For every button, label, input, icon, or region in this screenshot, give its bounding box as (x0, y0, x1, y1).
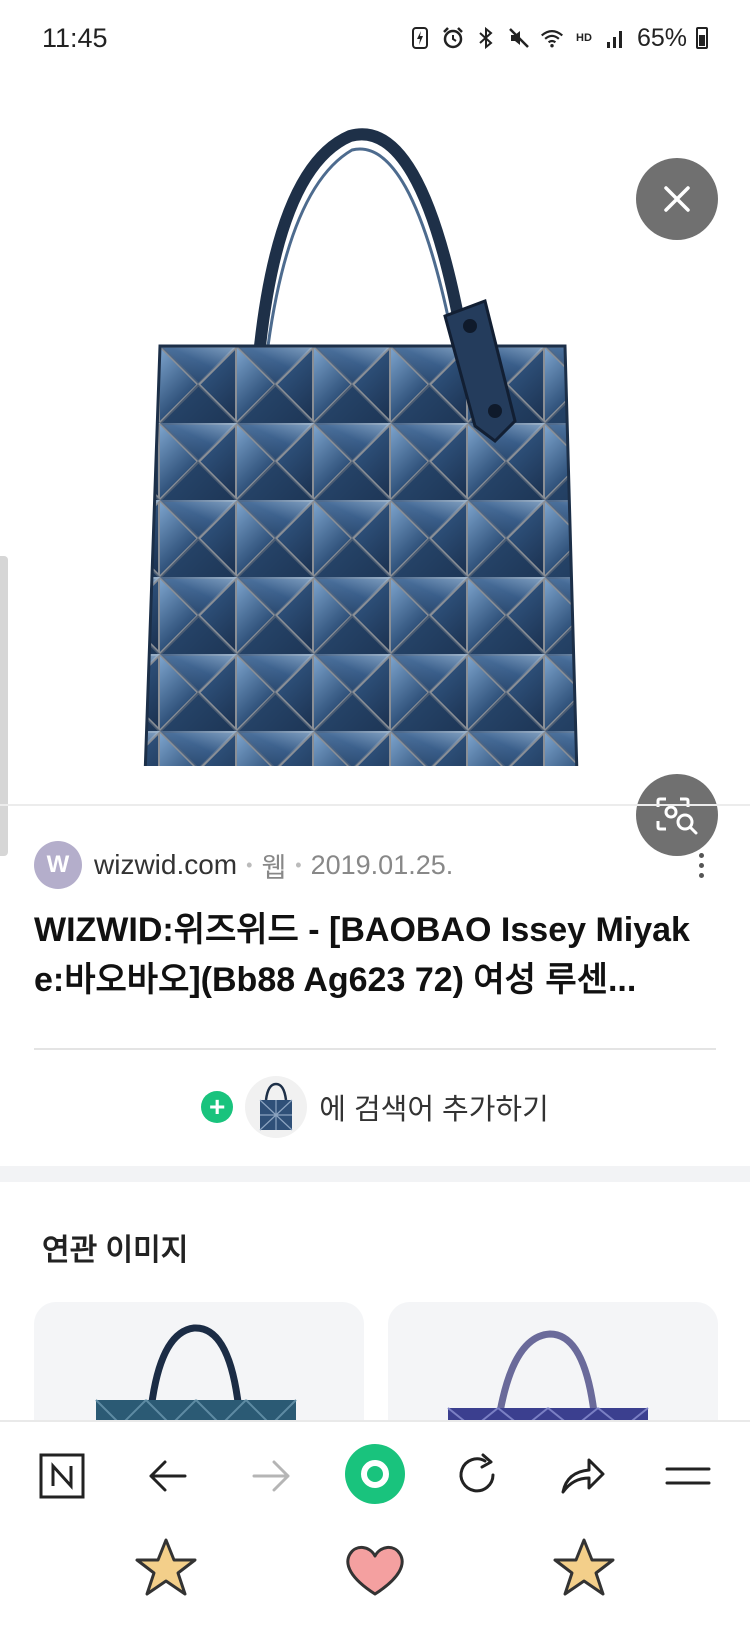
naver-n-icon (39, 1453, 85, 1499)
star-emoji-button[interactable] (549, 1534, 619, 1604)
source-date: 2019.01.25. (310, 849, 454, 880)
close-icon (664, 186, 690, 212)
separator-dot: • (295, 854, 302, 875)
battery-percent: 65% (636, 23, 687, 52)
add-search-label: 에 검색어 추가하기 (319, 1094, 549, 1126)
heart-emoji-button[interactable] (340, 1534, 410, 1604)
wifi-icon (540, 26, 564, 50)
plus-icon: + (201, 1091, 234, 1123)
bottom-navigation (0, 1420, 750, 1625)
source-avatar: W (34, 841, 82, 889)
mute-icon (507, 26, 531, 50)
source-row[interactable]: W wizwid.com • 웹 • 2019.01.25. (34, 840, 716, 890)
more-options-button[interactable] (686, 845, 716, 885)
status-icons: HD 65% (408, 24, 708, 53)
section-gap (0, 1166, 750, 1182)
bag-thumbnail (245, 1076, 308, 1138)
image-viewer[interactable] (0, 76, 750, 856)
emoji-row (0, 1534, 750, 1624)
signal-icon (604, 26, 628, 50)
share-icon (561, 1458, 605, 1494)
separator-dot: • (246, 854, 253, 875)
related-images-title: 연관 이미지 (42, 1234, 189, 1267)
green-dot-button[interactable] (343, 1442, 407, 1506)
bluetooth-icon (474, 26, 498, 50)
status-bar: 11:45 HD 65% (0, 0, 750, 76)
menu-button[interactable] (658, 1446, 718, 1506)
battery-saver-icon (408, 26, 432, 50)
divider (34, 1048, 716, 1050)
status-time: 11:45 (42, 22, 108, 53)
more-vertical-icon (698, 852, 704, 858)
menu-icon (665, 1467, 711, 1485)
close-button[interactable] (636, 158, 718, 240)
heart-icon (346, 1546, 404, 1596)
divider (0, 804, 750, 806)
forward-button[interactable] (242, 1446, 302, 1506)
green-dot-icon (345, 1444, 405, 1504)
alarm-icon (441, 26, 465, 50)
refresh-button[interactable] (448, 1446, 508, 1506)
star-icon (553, 1538, 615, 1596)
image-search-icon (656, 797, 698, 835)
share-button[interactable] (553, 1446, 613, 1506)
scroll-handle[interactable] (0, 556, 8, 856)
source-type: 웹 (261, 852, 287, 883)
hd-voice-label: HD (576, 32, 592, 44)
star-icon (135, 1538, 197, 1596)
battery-icon (696, 27, 708, 49)
forward-arrow-icon (252, 1460, 290, 1492)
source-domain[interactable]: wizwid.com (94, 849, 237, 881)
add-search-term-button[interactable]: + 에 검색어 추가하기 (0, 1076, 750, 1138)
back-button[interactable] (137, 1446, 197, 1506)
naver-home-button[interactable] (32, 1446, 92, 1506)
result-title[interactable]: WIZWID:위즈위드 - [BAOBAO Issey Miyake:바오바오]… (34, 905, 716, 1005)
back-arrow-icon (149, 1460, 187, 1492)
star-emoji-button[interactable] (131, 1534, 201, 1604)
refresh-icon (459, 1453, 495, 1493)
bag-image (143, 128, 579, 766)
